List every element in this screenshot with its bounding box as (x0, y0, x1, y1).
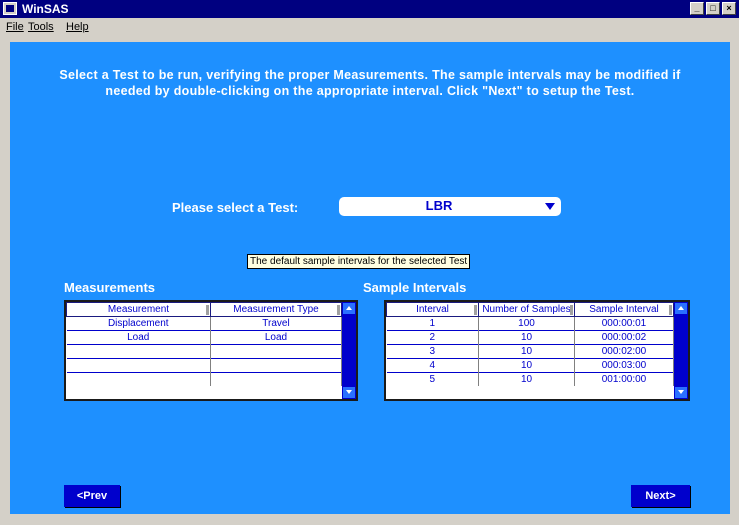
table-row[interactable]: 1 100 000:00:01 (386, 316, 674, 331)
table-cell: 000:00:01 (574, 316, 674, 331)
prev-button[interactable]: <Prev (64, 485, 120, 507)
scroll-up-arrow-icon[interactable] (675, 303, 687, 314)
table-cell: 000:03:00 (574, 358, 674, 373)
column-resize-handle[interactable] (337, 305, 340, 315)
title-bar: WinSAS _ □ × (0, 0, 739, 18)
table-row[interactable]: 5 10 001:00:00 (386, 372, 674, 386)
table-row[interactable] (66, 344, 342, 359)
column-resize-handle[interactable] (570, 305, 573, 315)
table-cell: Load (210, 330, 342, 345)
table-cell: 000:00:02 (574, 330, 674, 345)
menu-tools[interactable]: Tools (28, 21, 54, 33)
column-header[interactable]: Measurement Type (210, 302, 342, 317)
table-cell: 10 (478, 344, 575, 359)
scroll-down-arrow-icon[interactable] (343, 387, 355, 398)
table-cell (210, 344, 342, 359)
sample-intervals-scrollbar[interactable] (674, 302, 688, 399)
table-cell (210, 372, 342, 386)
menu-file[interactable]: File (6, 21, 24, 33)
table-row[interactable]: 4 10 000:03:00 (386, 358, 674, 373)
table-row[interactable]: 2 10 000:00:02 (386, 330, 674, 345)
table-cell: 10 (478, 358, 575, 373)
column-header[interactable]: Interval (386, 302, 479, 317)
measurements-scrollbar[interactable] (342, 302, 356, 399)
minimize-button[interactable]: _ (690, 2, 704, 15)
table-cell (210, 358, 342, 373)
table-cell: 3 (386, 344, 479, 359)
app-icon[interactable] (3, 2, 17, 15)
table-cell: 5 (386, 372, 479, 386)
table-row[interactable]: Load Load (66, 330, 342, 345)
measurements-table: Measurement Measurement Type Displacemen… (66, 302, 342, 386)
sample-intervals-table: Interval Number of Samples Sample Interv… (386, 302, 674, 386)
table-row[interactable]: 3 10 000:02:00 (386, 344, 674, 359)
test-dropdown-value: LBR (425, 198, 453, 213)
table-cell: 1 (386, 316, 479, 331)
column-resize-handle[interactable] (474, 305, 477, 315)
scroll-down-arrow-icon[interactable] (675, 387, 687, 398)
column-header[interactable]: Sample Interval (574, 302, 674, 317)
column-resize-handle[interactable] (206, 305, 209, 315)
table-cell (66, 344, 211, 359)
table-cell: 000:02:00 (574, 344, 674, 359)
window-title: WinSAS (22, 2, 69, 16)
sample-intervals-grid[interactable]: Interval Number of Samples Sample Interv… (384, 300, 690, 401)
table-header-row: Interval Number of Samples Sample Interv… (386, 302, 674, 317)
instructions-text: Select a Test to be run, verifying the p… (59, 68, 681, 98)
column-header[interactable]: Measurement (66, 302, 211, 317)
measurements-title: Measurements (64, 280, 156, 295)
table-cell: 001:00:00 (574, 372, 674, 386)
tooltip: The default sample intervals for the sel… (247, 254, 471, 269)
table-header-row: Measurement Measurement Type (66, 302, 342, 317)
measurements-grid[interactable]: Measurement Measurement Type Displacemen… (64, 300, 358, 401)
sample-intervals-title: Sample Intervals (363, 280, 467, 295)
column-resize-handle[interactable] (669, 305, 672, 315)
menu-help[interactable]: Help (66, 21, 89, 33)
table-cell (66, 358, 211, 373)
wizard-panel: Select a Test to be run, verifying the p… (10, 42, 730, 514)
chevron-down-icon[interactable] (545, 203, 555, 210)
table-cell: 100 (478, 316, 575, 331)
table-cell (66, 372, 211, 386)
close-button[interactable]: × (722, 2, 736, 15)
column-header[interactable]: Number of Samples (478, 302, 575, 317)
window-controls: _ □ × (690, 2, 736, 15)
table-cell: Travel (210, 316, 342, 331)
test-dropdown[interactable]: LBR (339, 197, 561, 216)
maximize-button[interactable]: □ (706, 2, 720, 15)
table-row[interactable]: Displacement Travel (66, 316, 342, 331)
test-select-label: Please select a Test: (172, 200, 299, 215)
table-cell: 2 (386, 330, 479, 345)
scroll-up-arrow-icon[interactable] (343, 303, 355, 314)
table-row[interactable] (66, 372, 342, 386)
menu-bar: File Tools Help (0, 18, 739, 37)
table-cell: Load (66, 330, 211, 345)
table-row[interactable] (66, 358, 342, 373)
table-cell: 10 (478, 372, 575, 386)
next-button[interactable]: Next> (631, 485, 690, 507)
table-cell: 4 (386, 358, 479, 373)
table-cell: 10 (478, 330, 575, 345)
table-cell: Displacement (66, 316, 211, 331)
